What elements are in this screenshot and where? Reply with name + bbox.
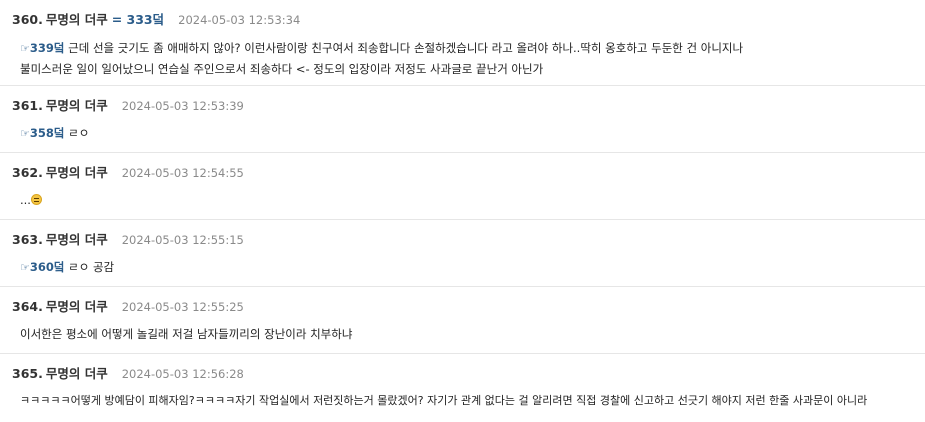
comment-number[interactable]: 361.	[12, 98, 43, 113]
reply-link[interactable]: 358덬	[30, 126, 65, 140]
comment-text: ㄹㅇ 공감	[64, 260, 115, 274]
comment-body: ☞358덬 ㄹㅇ	[12, 115, 913, 144]
comment-363: 363. 무명의 더쿠 2024-05-03 12:55:15 ☞360덬 ㄹㅇ…	[0, 220, 925, 287]
comment-line: ☞339덬 근데 선을 긋기도 좀 애매하지 않아? 이런사람이랑 친구여서 죄…	[20, 38, 913, 59]
comment-number[interactable]: 362.	[12, 165, 43, 180]
comment-header: 364. 무명의 더쿠 2024-05-03 12:55:25	[12, 287, 913, 316]
comment-header: 363. 무명의 더쿠 2024-05-03 12:55:15	[12, 220, 913, 249]
comment-number[interactable]: 365.	[12, 366, 43, 381]
comment-author: 무명의 더쿠	[45, 12, 108, 27]
comment-body: ☞339덬 근데 선을 긋기도 좀 애매하지 않아? 이런사람이랑 친구여서 죄…	[12, 29, 913, 79]
comment-text: ...	[20, 193, 31, 207]
reply-pointer-icon: ☞	[20, 42, 30, 55]
comment-body: ☞360덬 ㄹㅇ 공감	[12, 249, 913, 278]
comment-header: 365. 무명의 더쿠 2024-05-03 12:56:28	[12, 354, 913, 383]
comment-text: ㅋㅋㅋㅋㅋ어떻게 방예담이 피해자임?ㅋㅋㅋㅋ자기 작업실에서 저런짓하는거 몰…	[20, 394, 868, 407]
comment-timestamp: 2024-05-03 12:54:55	[121, 166, 244, 180]
comment-364: 364. 무명의 더쿠 2024-05-03 12:55:25 이서한은 평소에…	[0, 287, 925, 354]
comment-timestamp: 2024-05-03 12:55:15	[121, 233, 244, 247]
comment-timestamp: 2024-05-03 12:56:28	[121, 367, 244, 381]
reply-pointer-icon: ☞	[20, 127, 30, 140]
reply-pointer-icon: ☞	[20, 261, 30, 274]
comment-365: 365. 무명의 더쿠 2024-05-03 12:56:28 ㅋㅋㅋㅋㅋ어떻게…	[0, 354, 925, 422]
comment-line: 불미스러운 일이 일어났으니 연습실 주인으로서 죄송하다 <- 정도의 입장이…	[20, 62, 544, 76]
comment-timestamp: 2024-05-03 12:53:39	[121, 99, 244, 113]
comment-anchor[interactable]: = 333덬	[112, 9, 164, 28]
comment-text: 근데 선을 긋기도 좀 애매하지 않아? 이런사람이랑 친구여서 죄송합니다 손…	[64, 41, 744, 55]
comment-header: 362. 무명의 더쿠 2024-05-03 12:54:55	[12, 153, 913, 182]
comment-timestamp: 2024-05-03 12:53:34	[178, 13, 301, 27]
comment-360: 360. 무명의 더쿠 = 333덬 2024-05-03 12:53:34 ☞…	[0, 0, 925, 86]
comment-number[interactable]: 360.	[12, 12, 43, 27]
comment-author: 무명의 더쿠	[45, 299, 108, 314]
comment-author: 무명의 더쿠	[45, 232, 108, 247]
comment-body: ㅋㅋㅋㅋㅋ어떻게 방예담이 피해자임?ㅋㅋㅋㅋ자기 작업실에서 저런짓하는거 몰…	[12, 383, 913, 411]
comment-text: 이서한은 평소에 어떻게 놀길래 저걸 남자들끼리의 장난이라 치부하냐	[20, 327, 353, 341]
comment-author: 무명의 더쿠	[45, 98, 108, 113]
comment-author: 무명의 더쿠	[45, 165, 108, 180]
comment-number[interactable]: 363.	[12, 232, 43, 247]
neutral-face-icon	[30, 194, 42, 205]
comment-body: ...	[12, 182, 913, 210]
comment-body: 이서한은 평소에 어떻게 놀길래 저걸 남자들끼리의 장난이라 치부하냐	[12, 316, 913, 344]
comment-thread: 360. 무명의 더쿠 = 333덬 2024-05-03 12:53:34 ☞…	[0, 0, 925, 422]
comment-author: 무명의 더쿠	[45, 366, 108, 381]
comment-number[interactable]: 364.	[12, 299, 43, 314]
comment-header: 361. 무명의 더쿠 2024-05-03 12:53:39	[12, 86, 913, 115]
comment-361: 361. 무명의 더쿠 2024-05-03 12:53:39 ☞358덬 ㄹㅇ	[0, 86, 925, 153]
comment-header: 360. 무명의 더쿠 = 333덬 2024-05-03 12:53:34	[12, 0, 913, 29]
comment-timestamp: 2024-05-03 12:55:25	[121, 300, 244, 314]
comment-362: 362. 무명의 더쿠 2024-05-03 12:54:55 ...	[0, 153, 925, 220]
reply-link[interactable]: 339덬	[30, 41, 65, 55]
reply-link[interactable]: 360덬	[30, 260, 65, 274]
comment-text: ㄹㅇ	[64, 126, 90, 140]
